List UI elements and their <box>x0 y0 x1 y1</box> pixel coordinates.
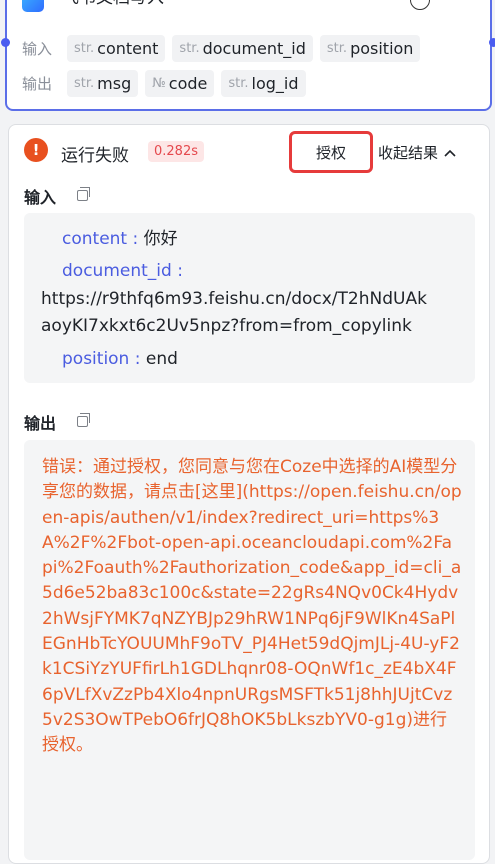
input-value-document-id-line2: aoyKI7xkxt6c2Uv5npz?from=from_copylink <box>41 316 412 336</box>
input-content-row: content : 你好 <box>62 229 178 249</box>
input-value-document-id-line1: https://r9thfq6m93.feishu.cn/docx/T2hNdU… <box>41 289 427 309</box>
param-chip-log-id: str. log_id <box>221 70 306 97</box>
input-key-position: position <box>62 349 130 369</box>
input-port-dot[interactable] <box>1 38 10 47</box>
input-section-title: 输入 <box>24 188 57 207</box>
param-chip-document-id: str. document_id <box>172 35 313 62</box>
collapse-result-button[interactable]: 收起结果 <box>378 142 456 163</box>
param-chip-position: str. position <box>319 35 421 62</box>
output-port-dot[interactable] <box>489 38 495 47</box>
collapse-result-label: 收起结果 <box>378 144 439 162</box>
duration-badge: 0.282s <box>148 141 204 162</box>
copy-output-icon[interactable] <box>77 413 90 427</box>
plugin-icon <box>22 0 44 12</box>
input-document-id-key-row: document_id : <box>62 261 183 281</box>
param-chip-code: № code <box>145 70 215 97</box>
input-params-label: 输入 <box>22 40 53 58</box>
node-title: 飞书文档写入 <box>62 0 164 8</box>
param-chip-content: str. content <box>67 35 166 62</box>
output-params-label: 输出 <box>22 75 53 93</box>
chevron-up-icon <box>444 149 456 157</box>
input-value-content: 你好 <box>143 229 178 249</box>
run-status: 运行失败 <box>61 146 129 166</box>
input-params-row: 输入 str. content str. document_id str. posit… <box>22 35 421 62</box>
input-value-position: end <box>145 349 178 369</box>
error-icon: ! <box>24 138 48 162</box>
output-params-row: 输出 str. msg № code str. log_id <box>22 70 306 97</box>
authorize-button[interactable]: 授权 <box>289 131 373 173</box>
input-position-row: position : end <box>62 349 178 369</box>
input-key-content: content <box>62 229 128 249</box>
output-section-title: 输出 <box>24 414 57 433</box>
copy-input-icon[interactable] <box>77 187 90 201</box>
input-key-document-id: document_id <box>62 261 172 281</box>
output-error-message: 错误：通过授权，您同意与您在Coze中选择的AI模型分享您的数据，请点击[这里]… <box>42 457 462 756</box>
param-chip-msg: str. msg <box>67 70 139 97</box>
